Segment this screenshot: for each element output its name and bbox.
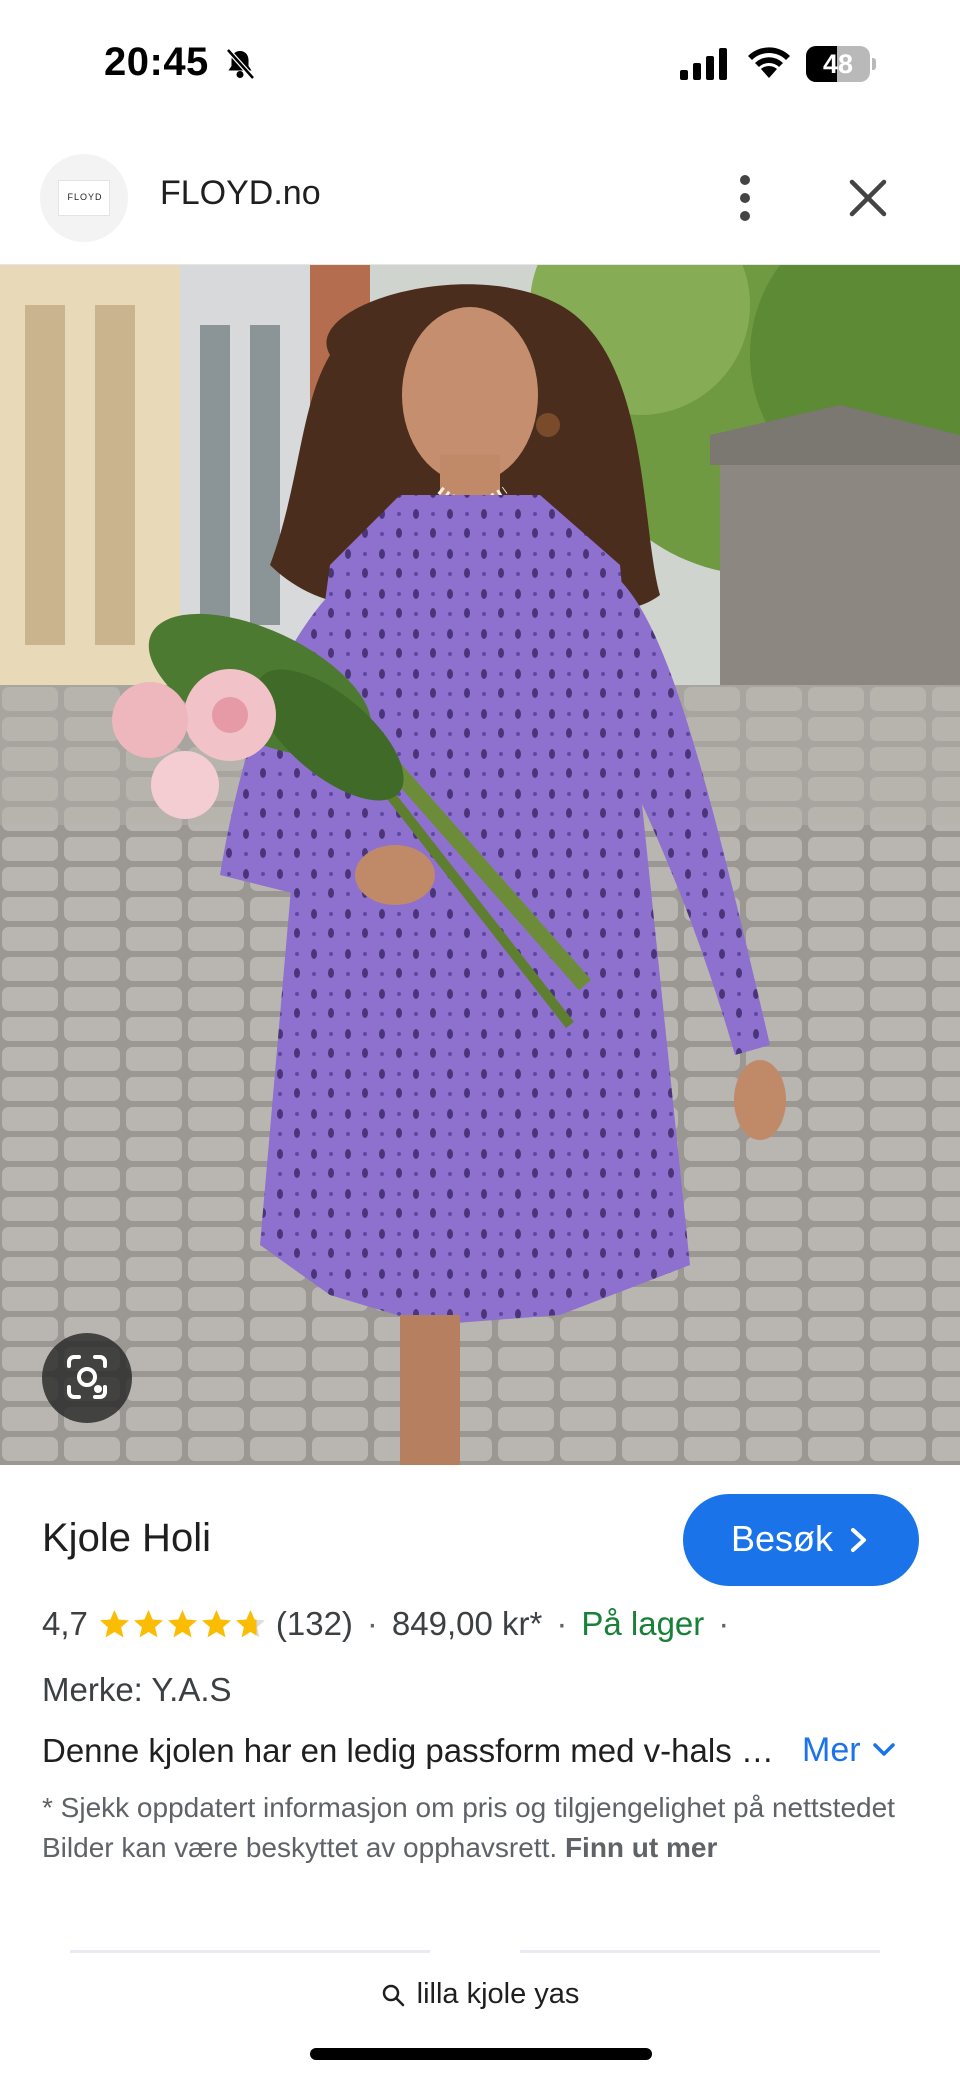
star-icon	[133, 1609, 163, 1637]
disclaimer: * Sjekk oppdatert informasjon om pris og…	[42, 1788, 922, 1868]
bell-muted-icon	[226, 48, 255, 80]
separator: ·	[366, 1605, 378, 1642]
disclaimer-link[interactable]: Finn ut mer	[565, 1832, 717, 1863]
chevron-right-icon	[851, 1528, 866, 1552]
visit-button[interactable]: Besøk	[683, 1494, 919, 1586]
review-count[interactable]: (132)	[276, 1605, 353, 1643]
site-logo[interactable]: FLOYD	[40, 154, 128, 242]
rating-value: 4,7	[42, 1605, 88, 1642]
battery-icon: 48	[806, 46, 876, 82]
star-icon	[167, 1609, 197, 1637]
lens-button[interactable]	[42, 1333, 132, 1423]
status-bar: 20:45 48	[0, 0, 960, 130]
price: 849,00 kr*	[391, 1605, 543, 1642]
wifi-icon	[748, 47, 790, 78]
more-label: Mer	[802, 1730, 861, 1769]
star-icon	[201, 1609, 231, 1637]
rating-stars	[98, 1608, 268, 1641]
product-photo	[0, 265, 960, 1465]
visit-label: Besøk	[731, 1518, 834, 1559]
more-button[interactable]: Mer	[802, 1728, 897, 1772]
search-query: lilla kjole yas	[416, 1978, 580, 2010]
carousel-strip	[0, 1950, 960, 1953]
star-icon	[99, 1609, 129, 1637]
availability: På lager	[581, 1605, 705, 1642]
battery-level: 48	[822, 49, 854, 79]
product-title: Kjole Holi	[42, 1516, 211, 1560]
status-time: 20:45	[104, 40, 209, 84]
description: Denne kjolen har en ledig passform med v…	[42, 1732, 782, 1769]
product-image[interactable]	[0, 265, 960, 1465]
site-header: FLOYD FLOYD.no	[0, 130, 960, 265]
site-logo-text: FLOYD	[67, 192, 103, 202]
home-indicator[interactable]	[310, 2048, 652, 2060]
separator: ·	[556, 1605, 568, 1642]
bottom-search-bar: lilla kjole yas	[0, 1954, 960, 2079]
rating-price-row: 4,7 (132) · 849,00 kr* · På lager ·	[42, 1602, 743, 1646]
star-icon	[235, 1609, 265, 1637]
more-vertical-icon[interactable]	[724, 170, 766, 226]
brand: Merke: Y.A.S	[42, 1671, 232, 1708]
signal-icon	[680, 48, 727, 80]
disclaimer-text: * Sjekk oppdatert informasjon om pris og…	[42, 1792, 895, 1863]
separator: ·	[718, 1605, 730, 1642]
site-name[interactable]: FLOYD.no	[160, 174, 321, 213]
chevron-down-icon	[872, 1743, 895, 1756]
search-query-pill[interactable]: lilla kjole yas	[0, 1978, 960, 2011]
close-icon[interactable]	[842, 172, 894, 224]
lens-icon	[67, 1355, 107, 1399]
search-icon	[382, 1984, 404, 2007]
